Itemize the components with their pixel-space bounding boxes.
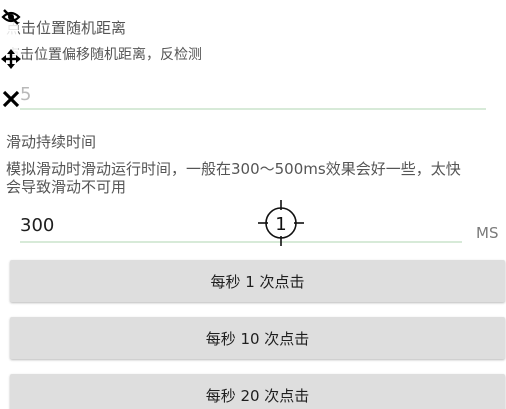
offset-input-underline (20, 108, 486, 110)
swipe-description-line1: 模拟滑动时滑动运行时间，一般在300～500ms效果会好一些，太快 (6, 160, 461, 178)
settings-page: 点击位置随机距离 点击位置偏移随机距离，反检测 5 滑动持续时间 模拟滑动时滑动… (0, 0, 506, 409)
floating-toolbar (0, 6, 21, 116)
target-number: 1 (275, 214, 286, 235)
swipe-duration-input[interactable]: 300 (20, 215, 54, 236)
unit-label: MS (476, 224, 499, 242)
eye-off-icon[interactable] (0, 6, 22, 28)
one-click-per-second-button[interactable]: 每秒 1 次点击 (10, 260, 505, 302)
offset-description: 点击位置偏移随机距离，反检测 (6, 47, 202, 63)
swipe-description-line2: 会导致滑动不可用 (6, 178, 127, 196)
move-icon[interactable] (0, 48, 22, 70)
crosshair-target-icon[interactable]: 1 (258, 200, 304, 246)
ten-clicks-per-second-button[interactable]: 每秒 10 次点击 (10, 317, 505, 359)
twenty-clicks-per-second-button[interactable]: 每秒 20 次点击 (10, 374, 505, 409)
swipe-input-underline (20, 241, 462, 243)
swipe-title: 滑动持续时间 (6, 133, 97, 151)
offset-title: 点击位置随机距离 (6, 19, 127, 37)
close-icon[interactable] (0, 88, 22, 110)
